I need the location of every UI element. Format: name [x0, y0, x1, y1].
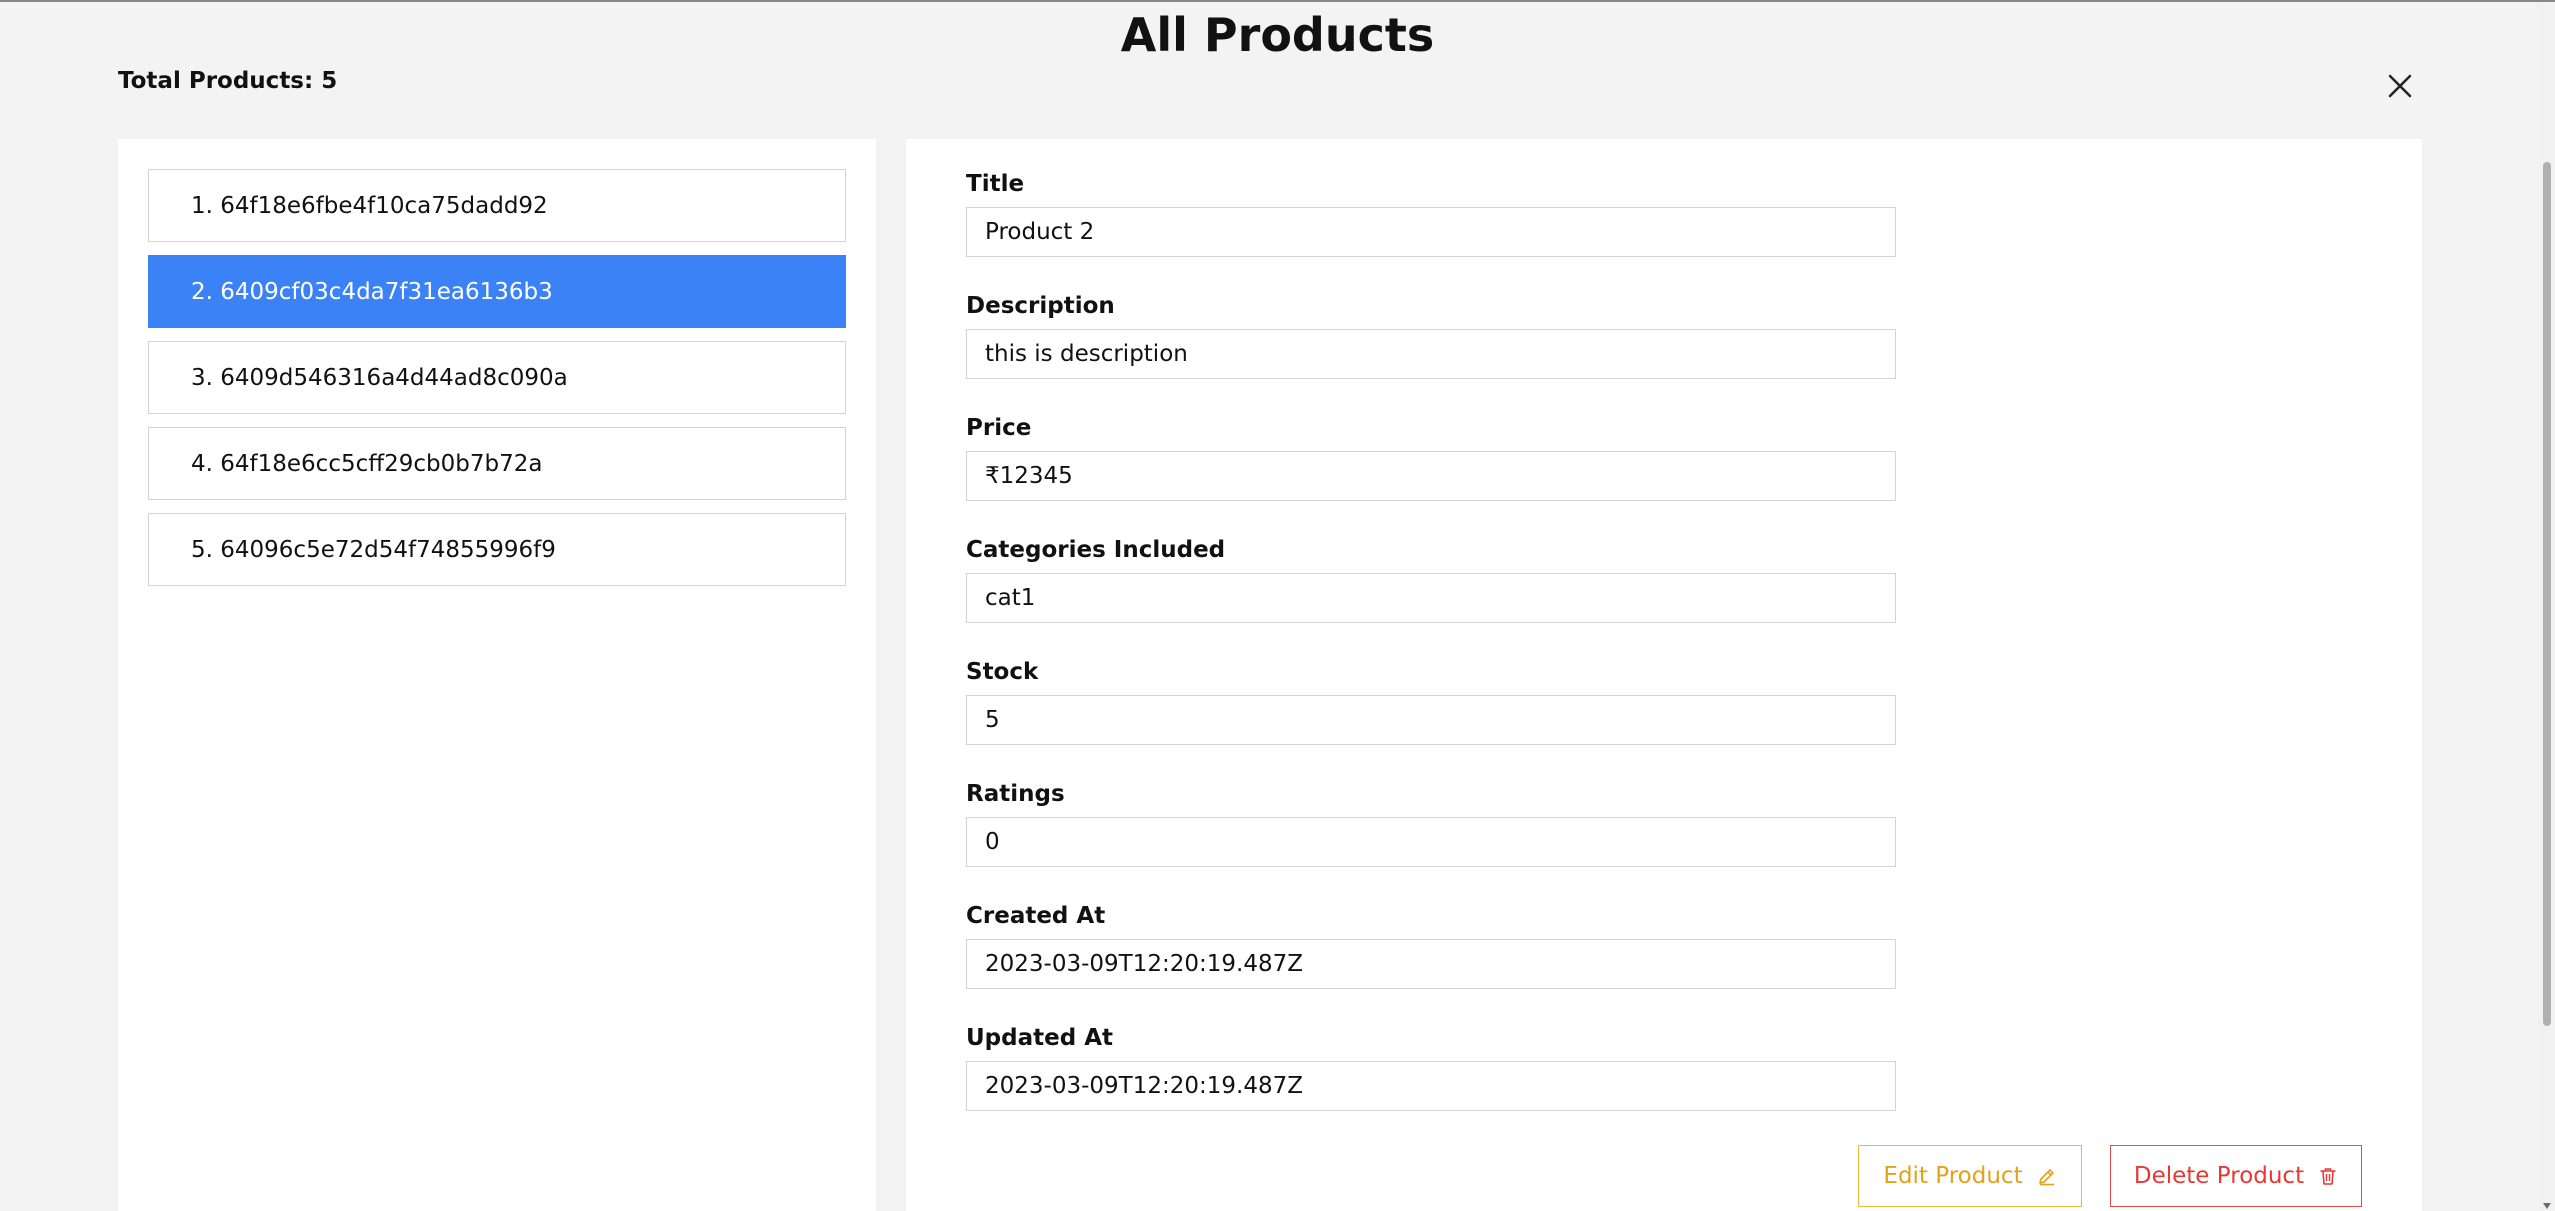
updated-at-field-group: Updated At — [966, 1023, 1896, 1111]
description-input[interactable] — [966, 329, 1896, 379]
delete-product-label: Delete Product — [2133, 1163, 2305, 1189]
total-products-count: Total Products: 5 — [118, 68, 338, 94]
page-title: All Products — [1120, 8, 1435, 62]
title-label: Title — [966, 171, 1025, 197]
stock-input[interactable] — [966, 695, 1896, 745]
all-products-page: All Products Total Products: 5 1. 64f18e… — [0, 0, 2555, 1211]
updated-at-label: Updated At — [966, 1025, 1113, 1051]
price-input[interactable] — [966, 451, 1896, 501]
product-id-label: 4. 64f18e6cc5cff29cb0b7b72a — [191, 450, 543, 477]
title-input[interactable] — [966, 207, 1896, 257]
delete-product-button[interactable]: Delete Product — [2110, 1145, 2362, 1207]
vertical-scrollbar[interactable] — [2539, 2, 2555, 1211]
close-icon — [2388, 74, 2412, 98]
description-field-group: Description — [966, 291, 1896, 379]
stock-label: Stock — [966, 659, 1039, 685]
product-list-item-4[interactable]: 4. 64f18e6cc5cff29cb0b7b72a — [148, 427, 846, 500]
scroll-down-arrow-icon[interactable] — [2543, 1203, 2551, 1209]
created-at-label: Created At — [966, 903, 1106, 929]
description-label: Description — [966, 293, 1115, 319]
product-list-item-5[interactable]: 5. 64096c5e72d54f74855996f9 — [148, 513, 846, 586]
edit-product-button[interactable]: Edit Product — [1858, 1145, 2082, 1207]
created-at-field-group: Created At — [966, 901, 1896, 989]
edit-product-label: Edit Product — [1883, 1163, 2023, 1189]
categories-input[interactable] — [966, 573, 1896, 623]
pencil-icon — [2038, 1169, 2054, 1186]
product-details-panel: Title Description Price Categories Inclu… — [906, 139, 2422, 1211]
price-field-group: Price — [966, 413, 1896, 501]
ratings-input[interactable] — [966, 817, 1896, 867]
created-at-input[interactable] — [966, 939, 1896, 989]
product-id-label: 3. 6409d546316a4d44ad8c090a — [191, 364, 568, 391]
product-list-panel: 1. 64f18e6fbe4f10ca75dadd92 2. 6409cf03c… — [118, 139, 876, 1211]
close-button[interactable] — [2380, 66, 2420, 106]
categories-label: Categories Included — [966, 537, 1226, 563]
product-list: 1. 64f18e6fbe4f10ca75dadd92 2. 6409cf03c… — [148, 169, 846, 599]
updated-at-input[interactable] — [966, 1061, 1896, 1111]
product-id-label: 2. 6409cf03c4da7f31ea6136b3 — [191, 278, 553, 305]
stock-field-group: Stock — [966, 657, 1896, 745]
title-field-group: Title — [966, 169, 1896, 257]
ratings-label: Ratings — [966, 781, 1065, 807]
ratings-field-group: Ratings — [966, 779, 1896, 867]
product-list-item-2[interactable]: 2. 6409cf03c4da7f31ea6136b3 — [148, 255, 846, 328]
product-list-item-1[interactable]: 1. 64f18e6fbe4f10ca75dadd92 — [148, 169, 846, 242]
scrollbar-thumb[interactable] — [2543, 162, 2551, 1026]
product-list-item-3[interactable]: 3. 6409d546316a4d44ad8c090a — [148, 341, 846, 414]
product-id-label: 1. 64f18e6fbe4f10ca75dadd92 — [191, 192, 548, 219]
categories-field-group: Categories Included — [966, 535, 1896, 623]
trash-icon — [2320, 1168, 2336, 1185]
product-id-label: 5. 64096c5e72d54f74855996f9 — [191, 536, 556, 563]
price-label: Price — [966, 415, 1032, 441]
